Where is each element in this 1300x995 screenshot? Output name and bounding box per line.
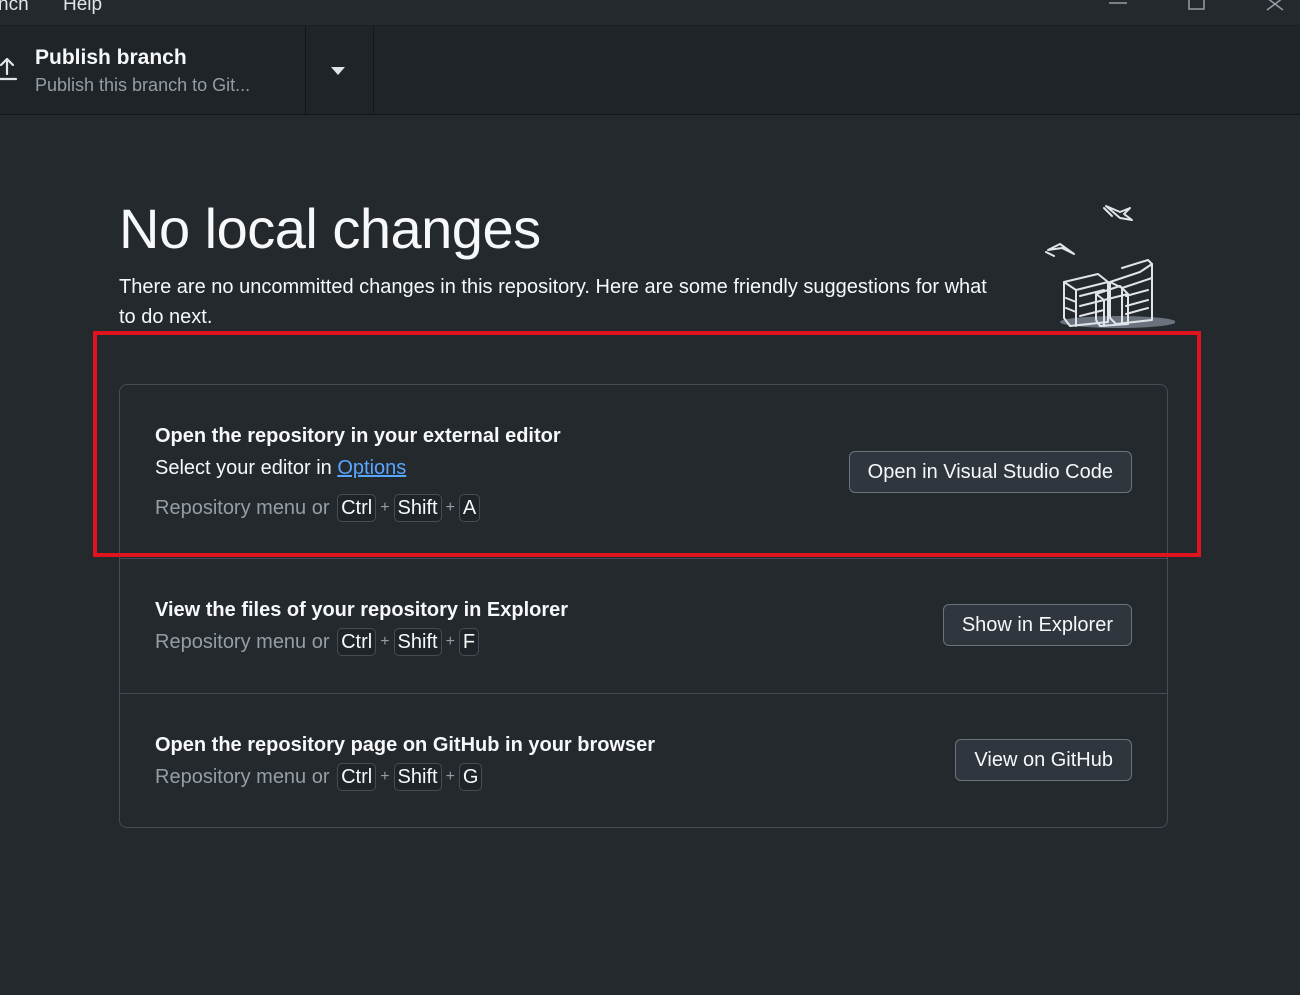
keyboard-shortcut: Repository menu or Ctrl + Shift + A <box>155 494 482 522</box>
view-on-github-button[interactable]: View on GitHub <box>955 739 1132 781</box>
keyboard-shortcut: Repository menu or Ctrl + Shift + F <box>155 628 481 656</box>
suggestion-description: Select your editor in Options <box>155 457 406 480</box>
key-f: F <box>458 628 480 656</box>
title-bar: nch Help <box>0 0 1300 26</box>
key-plus: + <box>380 768 390 785</box>
shortcut-prefix: Repository menu or <box>155 765 330 788</box>
key-shift: Shift <box>393 763 442 791</box>
publish-branch-button[interactable]: Publish branch Publish this branch to Gi… <box>0 26 306 114</box>
suggestion-description-text: Select your editor in <box>155 457 338 479</box>
toolbar: Publish branch Publish this branch to Gi… <box>0 26 1300 115</box>
key-shift: Shift <box>393 494 442 522</box>
page-title: No local changes <box>119 197 541 260</box>
key-a: A <box>458 494 481 522</box>
publish-branch-title: Publish branch <box>35 46 187 69</box>
open-in-vscode-button[interactable]: Open in Visual Studio Code <box>848 451 1132 493</box>
menu-item-branch[interactable]: nch <box>0 0 29 16</box>
menu-item-help[interactable]: Help <box>63 0 102 16</box>
suggestion-title: Open the repository page on GitHub in yo… <box>155 734 656 756</box>
shortcut-prefix: Repository menu or <box>155 630 330 653</box>
key-plus: + <box>380 633 390 650</box>
key-ctrl: Ctrl <box>337 494 377 522</box>
page-description: There are no uncommitted changes in this… <box>119 276 987 328</box>
key-ctrl: Ctrl <box>337 628 377 656</box>
key-plus: + <box>380 499 390 516</box>
maximize-icon[interactable] <box>1182 0 1212 16</box>
suggestion-title: View the files of your repository in Exp… <box>155 599 569 621</box>
key-plus: + <box>445 633 455 650</box>
caret-down-icon <box>331 67 345 75</box>
minimize-icon[interactable] <box>1103 0 1133 16</box>
options-link[interactable]: Options <box>337 457 406 479</box>
key-plus: + <box>445 499 455 516</box>
keyboard-shortcut: Repository menu or Ctrl + Shift + G <box>155 763 484 791</box>
publish-dropdown-button[interactable] <box>306 26 374 114</box>
key-shift: Shift <box>393 628 442 656</box>
suggestion-title: Open the repository in your external edi… <box>155 425 561 447</box>
show-in-explorer-button[interactable]: Show in Explorer <box>942 604 1132 646</box>
publish-branch-subtitle: Publish this branch to Git... <box>35 75 251 95</box>
close-icon[interactable] <box>1260 0 1290 16</box>
suggestion-open-editor: Open the repository in your external edi… <box>120 385 1167 559</box>
key-plus: + <box>445 768 455 785</box>
upload-icon <box>0 56 18 87</box>
key-ctrl: Ctrl <box>337 763 377 791</box>
suggestions-panel: Open the repository in your external edi… <box>119 384 1168 828</box>
empty-repo-illustration <box>1040 198 1176 338</box>
key-g: G <box>458 763 483 791</box>
suggestion-show-in-explorer: View the files of your repository in Exp… <box>120 559 1167 694</box>
shortcut-prefix: Repository menu or <box>155 496 330 519</box>
suggestion-view-on-github: Open the repository page on GitHub in yo… <box>120 694 1167 827</box>
